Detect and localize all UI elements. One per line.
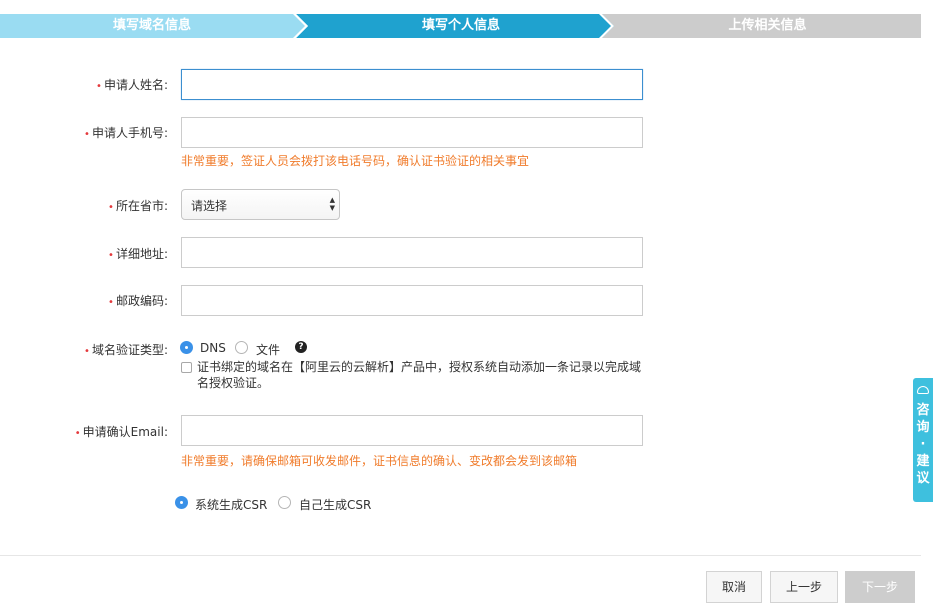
- province-label: • 所在省市:: [108, 197, 168, 214]
- required-mark: •: [96, 81, 102, 92]
- verify-type-label: • 域名验证类型:: [84, 341, 168, 358]
- csr-self-label[interactable]: 自己生成CSR: [299, 496, 371, 513]
- step-label: 填写个人信息: [421, 18, 500, 33]
- select-arrows-icon: ▲ ▼: [329, 196, 335, 212]
- required-mark: •: [108, 297, 114, 308]
- province-select-value: 请选择: [191, 199, 228, 213]
- footer-divider: [0, 555, 921, 556]
- cancel-button[interactable]: 取消: [706, 571, 762, 603]
- csr-system-label[interactable]: 系统生成CSR: [195, 496, 267, 513]
- next-step-button[interactable]: 下一步: [845, 571, 915, 603]
- label-text: 申请人姓名:: [103, 78, 168, 92]
- csr-self-radio[interactable]: [278, 496, 291, 509]
- required-mark: •: [74, 428, 81, 439]
- aliyun-dns-checkbox-label[interactable]: 证书绑定的域名在【阿里云的云解析】产品中，授权系统自动添加一条记录以完成域名授权…: [197, 359, 643, 391]
- zip-label: • 邮政编码:: [108, 292, 168, 309]
- required-mark: •: [84, 129, 90, 140]
- prev-step-button[interactable]: 上一步: [770, 571, 838, 603]
- step-label: 填写域名信息: [112, 18, 191, 33]
- label-text: 详细地址:: [115, 247, 168, 261]
- aliyun-dns-checkbox[interactable]: [181, 362, 192, 373]
- label-text: 申请人手机号:: [91, 126, 168, 140]
- verify-file-radio[interactable]: [235, 341, 248, 354]
- name-input[interactable]: [181, 69, 643, 100]
- email-input[interactable]: [181, 415, 643, 446]
- step-progress-bar: 填写域名信息 填写个人信息 上传相关信息: [0, 14, 921, 38]
- zip-input[interactable]: [181, 285, 643, 316]
- consult-feedback-text: 咨询·建议: [916, 403, 930, 486]
- chat-icon: [917, 386, 929, 394]
- step-personal-info: 填写个人信息: [296, 14, 614, 38]
- consult-feedback-tab[interactable]: 咨询·建议: [913, 378, 933, 502]
- address-label: • 详细地址:: [108, 245, 168, 262]
- verify-dns-radio[interactable]: [180, 341, 193, 354]
- label-text: 所在省市:: [115, 199, 168, 213]
- email-label: • 申请确认Email:: [75, 423, 168, 440]
- phone-label: • 申请人手机号:: [84, 124, 168, 141]
- label-text: 域名验证类型:: [91, 343, 168, 357]
- csr-system-radio[interactable]: [175, 496, 188, 509]
- name-label: • 申请人姓名:: [96, 76, 168, 93]
- help-icon[interactable]: ?: [295, 341, 307, 353]
- required-mark: •: [84, 346, 90, 357]
- required-mark: •: [108, 202, 114, 213]
- step-upload-info: 上传相关信息: [602, 14, 921, 38]
- label-text: 申请确认Email:: [82, 425, 168, 439]
- phone-hint: 非常重要，签证人员会拨打该电话号码，确认证书验证的相关事宜: [181, 154, 530, 168]
- verify-dns-label[interactable]: DNS: [200, 341, 226, 355]
- label-text: 邮政编码:: [115, 294, 168, 308]
- email-hint: 非常重要，请确保邮箱可收发邮件，证书信息的确认、变改都会发到该邮箱: [181, 454, 578, 468]
- address-input[interactable]: [181, 237, 643, 268]
- step-label: 上传相关信息: [728, 18, 807, 33]
- step-domain-info: 填写域名信息: [0, 14, 308, 38]
- verify-file-label[interactable]: 文件: [256, 341, 280, 358]
- phone-input[interactable]: [181, 117, 643, 148]
- province-select[interactable]: 请选择 ▲ ▼: [181, 189, 340, 220]
- required-mark: •: [108, 250, 114, 261]
